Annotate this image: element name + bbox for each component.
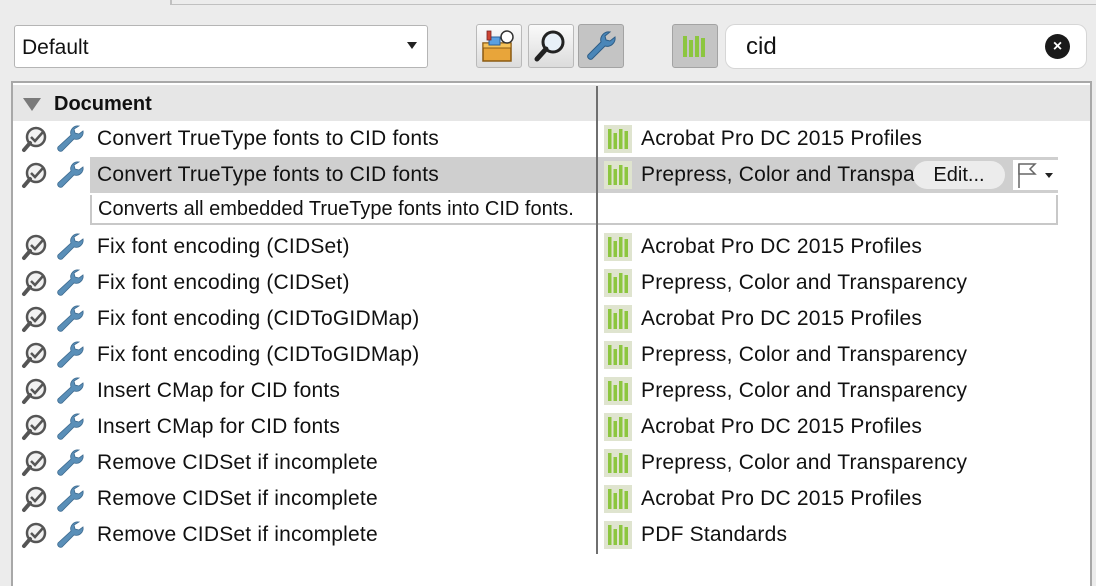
check-magnifier-icon[interactable]: [21, 341, 49, 369]
fixup-name: Insert CMap for CID fonts: [97, 379, 341, 402]
wrench-icon: [57, 161, 84, 188]
list-item[interactable]: Convert TrueType fonts to CID fonts Prepr…: [13, 157, 1090, 193]
profile-name: Acrobat Pro DC 2015 Profiles: [641, 235, 923, 258]
profiles-filter-button[interactable]: [476, 24, 522, 68]
list-item[interactable]: Insert CMap for CID fonts Prepress, Color…: [13, 373, 1090, 409]
list-item[interactable]: Remove CIDSet if incomplete PDF Standards: [13, 517, 1090, 553]
list-item[interactable]: Remove CIDSet if incomplete Prepress, Col…: [13, 445, 1090, 481]
profile-name: Prepress, Color and Transparency: [641, 343, 968, 366]
wrench-icon: [57, 485, 84, 512]
profile-bars-icon: [604, 449, 632, 477]
profile-name: PDF Standards: [641, 523, 788, 546]
profile-bars-icon: [604, 161, 632, 189]
profile-bars-icon: [604, 341, 632, 369]
profile-bars-icon: [604, 485, 632, 513]
fixup-name: Fix font encoding (CIDToGIDMap): [97, 307, 420, 330]
group-title: Document: [54, 93, 152, 115]
profile-bars-icon: [604, 233, 632, 261]
profile-name: Acrobat Pro DC 2015 Profiles: [641, 487, 923, 510]
wrench-icon: [57, 233, 84, 260]
wrench-icon: [57, 125, 84, 152]
profile-name: Acrobat Pro DC 2015 Profiles: [641, 127, 923, 150]
list-item[interactable]: Fix font encoding (CIDSet) Acrobat Pro DC…: [13, 229, 1090, 265]
list-item[interactable]: Remove CIDSet if incomplete Acrobat Pro D…: [13, 481, 1090, 517]
checks-filter-button[interactable]: [528, 24, 574, 68]
profile-bars-icon: [604, 269, 632, 297]
check-magnifier-icon[interactable]: [21, 125, 49, 153]
fixup-name: Remove CIDSet if incomplete: [97, 451, 378, 474]
wrench-icon: [57, 521, 84, 548]
flag-menu-icon[interactable]: [1013, 160, 1059, 190]
check-magnifier-icon[interactable]: [21, 305, 49, 333]
list-item[interactable]: Fix font encoding (CIDToGIDMap) Prepress,…: [13, 337, 1090, 373]
check-magnifier-icon[interactable]: [21, 233, 49, 261]
fixup-name: Remove CIDSet if incomplete: [97, 523, 378, 546]
disclosure-triangle-icon[interactable]: [23, 98, 41, 111]
check-magnifier-icon[interactable]: [21, 485, 49, 513]
column-separator[interactable]: [596, 86, 598, 554]
fixup-name: Convert TrueType fonts to CID fonts: [97, 127, 439, 150]
group-header-document[interactable]: Document: [13, 85, 1090, 121]
toolbar: Default ×: [0, 20, 1096, 74]
profile-name: Prepress, Color and Transparency: [641, 271, 968, 294]
wrench-icon: [57, 377, 84, 404]
fixup-name: Fix font encoding (CIDToGIDMap): [97, 343, 420, 366]
profile-library-select[interactable]: Default: [14, 25, 428, 68]
fixup-description-text: Converts all embedded TrueType fonts int…: [98, 198, 574, 220]
tab-strip-edge: [0, 0, 1096, 6]
check-magnifier-icon[interactable]: [21, 269, 49, 297]
tab-rule: [172, 4, 1096, 5]
list-item[interactable]: Fix font encoding (CIDSet) Prepress, Colo…: [13, 265, 1090, 301]
list-item[interactable]: Convert TrueType fonts to CID fonts Acrob…: [13, 121, 1090, 157]
search-input[interactable]: [746, 32, 1036, 62]
wrench-icon: [57, 269, 84, 296]
check-magnifier-icon[interactable]: [21, 449, 49, 477]
fixup-name: Fix font encoding (CIDSet): [97, 271, 350, 294]
fixup-name: Convert TrueType fonts to CID fonts: [97, 163, 439, 186]
profile-bars-icon: [604, 377, 632, 405]
profile-name: Acrobat Pro DC 2015 Profiles: [641, 415, 923, 438]
check-magnifier-icon[interactable]: [21, 413, 49, 441]
wrench-icon: [57, 305, 84, 332]
profile-bars-icon: [604, 413, 632, 441]
profile-bars-icon: [604, 305, 632, 333]
toolbox-icon: [482, 30, 514, 62]
fixup-name: Fix font encoding (CIDSet): [97, 235, 350, 258]
fixups-list: Document Convert TrueType fonts to CID f…: [11, 81, 1092, 586]
list-item[interactable]: Insert CMap for CID fonts Acrobat Pro DC …: [13, 409, 1090, 445]
wrench-icon: [57, 449, 84, 476]
wrench-icon: [57, 413, 84, 440]
profile-name: Prepress, Color and Transparency: [641, 163, 919, 186]
search-field[interactable]: ×: [726, 25, 1086, 68]
fixup-name: Remove CIDSet if incomplete: [97, 487, 378, 510]
profile-name: Prepress, Color and Transparency: [641, 451, 968, 474]
clear-search-icon[interactable]: ×: [1045, 34, 1070, 59]
profile-bars-icon: [683, 36, 705, 57]
edit-button[interactable]: Edit...: [913, 161, 1005, 189]
profile-bars-icon: [604, 125, 632, 153]
fixup-description: Converts all embedded TrueType fonts int…: [90, 195, 1058, 225]
profile-name: Prepress, Color and Transparency: [641, 379, 968, 402]
chevron-down-icon: [407, 42, 417, 49]
profile-bars-icon: [604, 521, 632, 549]
wrench-icon: [57, 341, 84, 368]
magnifier-icon: [534, 30, 565, 62]
fixup-name: Insert CMap for CID fonts: [97, 415, 341, 438]
profile-name: Acrobat Pro DC 2015 Profiles: [641, 307, 923, 330]
profile-library-button[interactable]: [672, 24, 718, 68]
check-magnifier-icon[interactable]: [21, 377, 49, 405]
check-magnifier-icon[interactable]: [21, 161, 49, 189]
wrench-icon: [587, 31, 616, 60]
list-item[interactable]: Fix font encoding (CIDToGIDMap) Acrobat P…: [13, 301, 1090, 337]
fixups-filter-button[interactable]: [578, 24, 624, 68]
profile-library-select-value: Default: [22, 36, 89, 59]
check-magnifier-icon[interactable]: [21, 521, 49, 549]
